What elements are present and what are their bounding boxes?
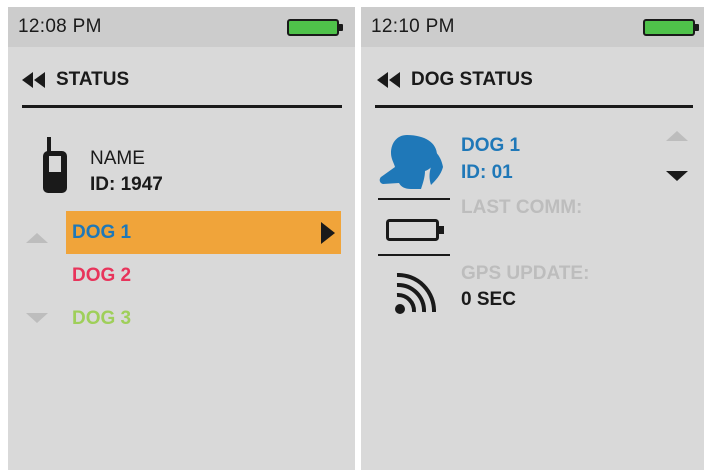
status-screen: 12:08 PM STATUS NAME ID: 1947 DOG 1 DOG … [8,7,355,470]
gps-update-value: 0 SEC [461,289,516,310]
dog-status-screen: 12:10 PM DOG STATUS DOG 1 ID: 01 LAST CO… [361,7,704,470]
header-divider [22,105,342,108]
page-title: STATUS [56,69,130,90]
scroll-up-icon[interactable] [26,233,48,243]
status-bar: 12:08 PM [8,7,355,47]
gps-update-label: GPS UPDATE: [461,263,590,284]
scroll-down-icon[interactable] [26,313,48,323]
battery-icon [386,219,444,241]
header-divider [375,105,693,108]
signal-icon [395,273,436,314]
page-title: DOG STATUS [411,69,533,90]
device-name-label: NAME [90,148,145,169]
dog-head-icon [379,135,443,189]
dog-id: ID: 01 [461,162,513,183]
back-button[interactable]: STATUS [20,67,129,93]
status-bar: 12:10 PM [361,7,704,47]
arrow-right-icon [321,222,335,244]
section-divider [378,254,450,256]
dog-list-label: DOG 1 [72,222,132,243]
dog-list-item-1[interactable]: DOG 1 [66,211,341,254]
section-divider [378,198,450,200]
dog-list-label: DOG 3 [72,308,132,329]
double-left-arrow-icon [22,72,45,88]
dog-list-item-3[interactable]: DOG 3 [66,297,341,340]
back-button[interactable]: DOG STATUS [375,67,533,93]
scroll-down-icon[interactable] [666,171,688,181]
clock: 12:10 PM [371,16,455,37]
dog-list-item-2[interactable]: DOG 2 [66,254,341,297]
device-id: ID: 1947 [90,174,163,195]
battery-level-icon [287,19,343,36]
clock: 12:08 PM [18,16,102,37]
double-left-arrow-icon [377,72,400,88]
dog-name: DOG 1 [461,135,521,156]
last-comm-label: LAST COMM: [461,197,583,218]
dog-list-label: DOG 2 [72,265,132,286]
scroll-up-icon[interactable] [666,131,688,141]
handheld-device-icon [43,137,67,193]
battery-level-icon [643,19,699,36]
